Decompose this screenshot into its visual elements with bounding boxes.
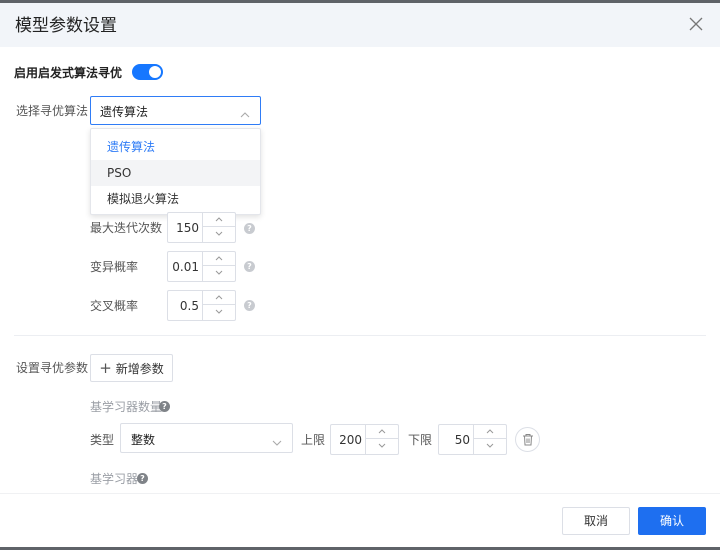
type-label: 类型 [90, 433, 115, 447]
help-icon[interactable]: ? [159, 401, 170, 412]
stepper-arrows [365, 425, 398, 454]
group-title-learner: 基学习器 [90, 471, 138, 487]
lower-stepper[interactable]: 50 [438, 424, 507, 455]
decrement-button[interactable] [474, 439, 506, 453]
algorithm-label: 选择寻优算法 [16, 104, 89, 118]
algorithm-dropdown: 遗传算法 PSO 模拟退火算法 [90, 128, 261, 215]
help-icon[interactable]: ? [244, 300, 255, 311]
help-icon[interactable]: ? [137, 473, 148, 484]
section-divider [14, 335, 706, 336]
increment-button[interactable] [203, 252, 235, 266]
stepper-value: 0.01 [172, 260, 199, 274]
decrement-button[interactable] [203, 305, 235, 319]
close-icon[interactable] [688, 16, 704, 32]
upper-stepper[interactable]: 200 [330, 424, 399, 455]
stepper-arrows [202, 291, 235, 320]
help-icon[interactable]: ? [244, 223, 255, 234]
stepper-arrows [202, 252, 235, 281]
crossover-stepper[interactable]: 0.5 [167, 290, 236, 321]
lower-label: 下限 [408, 433, 433, 447]
help-icon[interactable]: ? [244, 261, 255, 272]
dialog-header: 模型参数设置 [0, 3, 720, 47]
decrement-button[interactable] [366, 439, 398, 453]
tune-params-label: 设置寻优参数 [16, 361, 89, 375]
param-label-iterations: 最大迭代次数 [90, 221, 163, 235]
increment-button[interactable] [203, 291, 235, 305]
algorithm-select-value: 遗传算法 [100, 105, 149, 119]
type-select-value: 整数 [131, 433, 156, 447]
algorithm-select[interactable]: 遗传算法 [90, 96, 261, 125]
stepper-value: 50 [454, 433, 470, 447]
group-title-learner-count: 基学习器数量 [90, 399, 162, 415]
stepper-value: 200 [339, 433, 362, 447]
chevron-down-icon [272, 435, 282, 449]
increment-button[interactable] [474, 425, 506, 439]
trash-icon[interactable] [515, 427, 540, 452]
option-pso[interactable]: PSO [91, 160, 260, 186]
option-genetic[interactable]: 遗传算法 [91, 134, 260, 160]
option-annealing[interactable]: 模拟退火算法 [91, 186, 260, 212]
add-param-button[interactable]: + 新增参数 [90, 354, 173, 382]
cancel-button[interactable]: 取消 [562, 507, 630, 535]
iterations-stepper[interactable]: 150 [167, 212, 236, 243]
increment-button[interactable] [366, 425, 398, 439]
stepper-arrows [473, 425, 506, 454]
chevron-up-icon [240, 107, 250, 121]
upper-label: 上限 [301, 433, 326, 447]
stepper-arrows [202, 213, 235, 242]
plus-icon: + [99, 359, 112, 377]
enable-heuristic-label: 启用启发式算法寻优 [14, 66, 123, 80]
group-title-text: 基学习器 [90, 472, 139, 486]
increment-button[interactable] [203, 213, 235, 227]
type-select[interactable]: 整数 [120, 423, 293, 453]
add-param-label: 新增参数 [115, 362, 164, 376]
enable-heuristic-toggle[interactable] [132, 64, 163, 80]
toggle-knob [149, 66, 161, 78]
decrement-button[interactable] [203, 227, 235, 241]
confirm-button[interactable]: 确认 [638, 507, 706, 535]
param-label-mutation: 变异概率 [90, 260, 139, 274]
dialog-title: 模型参数设置 [15, 16, 117, 36]
group-title-text: 基学习器数量 [90, 400, 163, 414]
param-label-crossover: 交叉概率 [90, 299, 139, 313]
stepper-value: 0.5 [179, 299, 199, 313]
decrement-button[interactable] [203, 266, 235, 280]
stepper-value: 150 [176, 221, 199, 235]
mutation-stepper[interactable]: 0.01 [167, 251, 236, 282]
model-params-dialog: 模型参数设置 启用启发式算法寻优 选择寻优算法 遗传算法 遗传算法 PSO 模拟… [0, 3, 720, 547]
